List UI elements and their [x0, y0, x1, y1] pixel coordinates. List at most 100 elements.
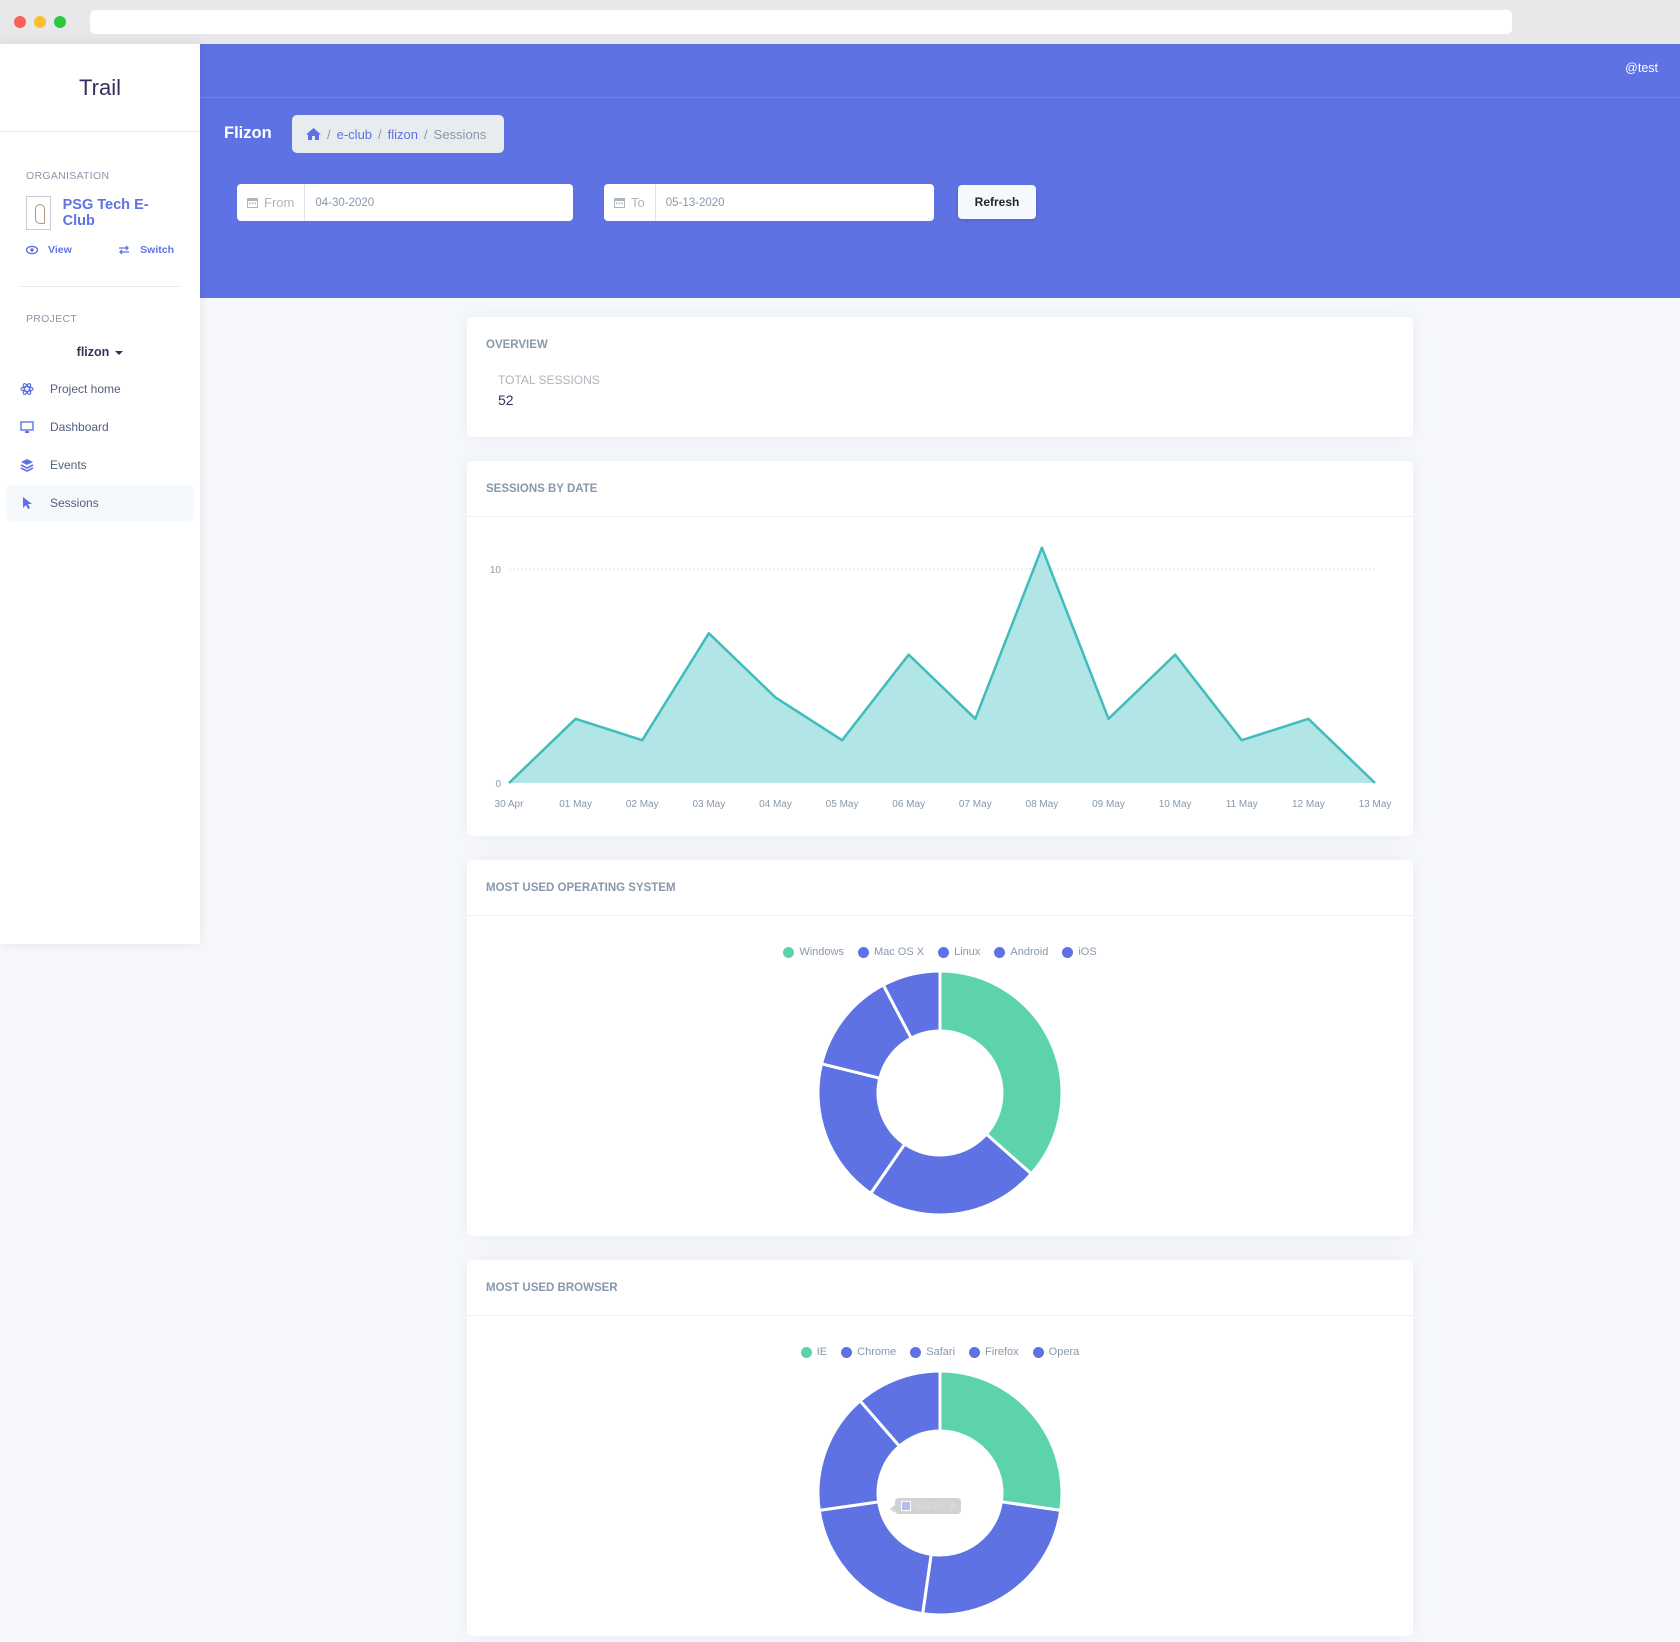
- area-fill: [509, 547, 1375, 783]
- x-tick-label: 10 May: [1159, 799, 1192, 810]
- legend-swatch: [841, 1346, 853, 1358]
- browser-donut-chart: [816, 1369, 1064, 1617]
- project-heading: PROJECT: [26, 313, 78, 325]
- os-card: MOST USED OPERATING SYSTEM Windows Mac OS…: [467, 860, 1413, 1236]
- brand-logo[interactable]: Trail: [0, 44, 200, 132]
- donut-slice-ie[interactable]: [938, 1369, 1064, 1513]
- x-tick-label: 13 May: [1359, 799, 1392, 810]
- window-minimize-button[interactable]: [34, 16, 46, 28]
- switch-organisation-button[interactable]: Switch: [112, 240, 180, 260]
- to-label: To: [631, 195, 645, 210]
- legend-item[interactable]: Mac OS X: [857, 946, 925, 958]
- header-divider: [200, 97, 1680, 98]
- y-tick-label: 10: [490, 565, 502, 576]
- home-icon[interactable]: [306, 128, 321, 140]
- project-dropdown[interactable]: flizon: [0, 345, 200, 359]
- sidebar-item-label: Sessions: [50, 496, 99, 510]
- tooltip-text: Safari: 9: [914, 1500, 955, 1512]
- exchange-icon: [119, 245, 130, 255]
- breadcrumb-flizon[interactable]: flizon: [388, 127, 418, 142]
- legend-swatch: [1032, 1346, 1044, 1358]
- chart-tooltip: Safari: 9: [890, 1498, 961, 1514]
- sidebar-item-project-home[interactable]: Project home: [6, 371, 194, 407]
- to-date-input[interactable]: 05-13-2020: [656, 184, 934, 221]
- legend-label: Mac OS X: [873, 946, 925, 958]
- page-title: Flizon: [224, 124, 272, 142]
- sidebar-nav: Project home Dashboard Events Sessions: [0, 371, 200, 521]
- legend-label: Android: [1010, 946, 1049, 958]
- window-close-button[interactable]: [14, 16, 26, 28]
- card-header: MOST USED OPERATING SYSTEM: [467, 860, 1413, 916]
- legend-label: Chrome: [857, 1346, 897, 1358]
- sidebar-item-label: Dashboard: [50, 420, 109, 434]
- chart-title: SESSIONS BY DATE: [486, 482, 598, 495]
- user-menu[interactable]: @test: [1625, 61, 1658, 75]
- x-tick-label: 11 May: [1226, 799, 1258, 810]
- calendar-icon: [247, 198, 258, 208]
- legend-label: Opera: [1048, 1346, 1080, 1358]
- x-tick-label: 01 May: [559, 799, 592, 810]
- sidebar-item-events[interactable]: Events: [6, 447, 194, 483]
- from-date-input[interactable]: 04-30-2020: [305, 184, 573, 221]
- breadcrumb-separator: /: [378, 126, 382, 142]
- legend-swatch: [800, 1346, 812, 1358]
- breadcrumb: / e-club / flizon / Sessions: [292, 115, 504, 153]
- donut-slice-safari[interactable]: [817, 1500, 933, 1616]
- legend-label: Firefox: [985, 1346, 1019, 1358]
- legend-label: iOS: [1078, 946, 1097, 958]
- from-label: From: [264, 195, 295, 210]
- chart-title: MOST USED OPERATING SYSTEM: [486, 881, 676, 894]
- layers-icon: [20, 458, 34, 472]
- donut-slice-windows[interactable]: [938, 969, 1064, 1177]
- card-header: MOST USED BROWSER: [467, 1260, 1413, 1316]
- overview-title: OVERVIEW: [486, 339, 548, 351]
- sidebar-item-dashboard[interactable]: Dashboard: [6, 409, 194, 445]
- legend-item[interactable]: Opera: [1032, 1346, 1080, 1358]
- card-header: SESSIONS BY DATE: [467, 461, 1413, 517]
- legend-swatch: [857, 946, 869, 958]
- legend-item[interactable]: Chrome: [841, 1346, 896, 1358]
- browser-legend: IE Chrome Safari Firefox Opera: [467, 1346, 1413, 1358]
- project-selected: flizon: [76, 345, 110, 359]
- overview-card: OVERVIEW TOTAL SESSIONS 52: [467, 317, 1413, 437]
- legend-swatch: [969, 1346, 981, 1358]
- total-sessions-label: TOTAL SESSIONS: [498, 373, 600, 387]
- x-tick-label: 02 May: [626, 799, 659, 810]
- breadcrumb-eclub[interactable]: e-club: [337, 127, 372, 142]
- page-header: @test Flizon / e-club / flizon / Session…: [200, 44, 1680, 298]
- monitor-icon: [20, 420, 34, 434]
- organisation-name[interactable]: PSG Tech E-Club: [63, 197, 174, 229]
- legend-label: Safari: [926, 1346, 956, 1358]
- legend-item[interactable]: Windows: [783, 946, 844, 958]
- legend-item[interactable]: Android: [994, 946, 1048, 958]
- chart-title: MOST USED BROWSER: [486, 1281, 618, 1294]
- view-organisation-button[interactable]: View: [20, 240, 78, 260]
- sidebar-item-label: Events: [50, 458, 87, 472]
- address-bar[interactable]: [90, 10, 1512, 34]
- view-label: View: [48, 244, 72, 256]
- legend-label: Linux: [954, 946, 981, 958]
- y-tick-label: 0: [495, 779, 501, 790]
- sessions-area-chart: 0 10 30 Apr 01 May 02 May 03 May 04 May 05 May 0…: [490, 546, 1392, 810]
- x-tick-label: 03 May: [692, 799, 725, 810]
- legend-item[interactable]: IE: [800, 1346, 827, 1358]
- from-date-group: From 04-30-2020: [237, 184, 573, 221]
- switch-label: Switch: [140, 244, 174, 256]
- legend-item[interactable]: iOS: [1062, 946, 1097, 958]
- refresh-button[interactable]: Refresh: [958, 185, 1036, 219]
- sidebar-item-sessions[interactable]: Sessions: [6, 485, 194, 521]
- tooltip-swatch: [901, 1501, 911, 1511]
- total-sessions-value: 52: [498, 392, 514, 408]
- breadcrumb-separator: /: [424, 126, 428, 142]
- legend-item[interactable]: Linux: [938, 946, 980, 958]
- window-maximize-button[interactable]: [54, 16, 66, 28]
- x-tick-label: 30 Apr: [495, 799, 525, 810]
- eye-icon: [26, 245, 38, 255]
- donut-slice-chrome[interactable]: [920, 1500, 1063, 1617]
- legend-item[interactable]: Safari: [910, 1346, 955, 1358]
- calendar-icon: [614, 198, 625, 208]
- legend-swatch: [994, 946, 1006, 958]
- legend-item[interactable]: Firefox: [969, 1346, 1019, 1358]
- x-tick-label: 04 May: [759, 799, 792, 810]
- legend-swatch: [783, 946, 795, 958]
